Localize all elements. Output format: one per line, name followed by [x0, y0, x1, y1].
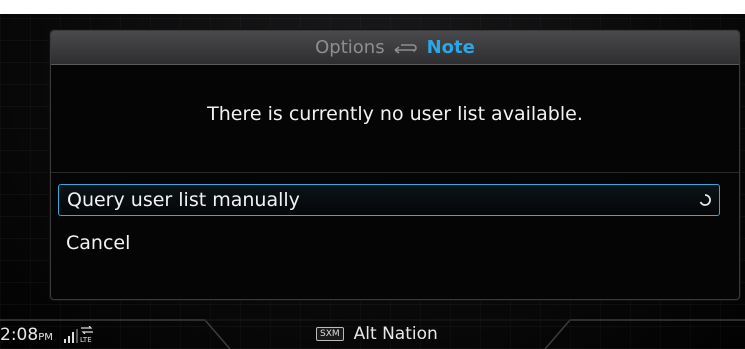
option-label: Cancel — [66, 232, 131, 254]
signal-strength-icon — [64, 329, 78, 343]
loading-spinner-icon — [699, 194, 711, 206]
breadcrumb-current: Note — [426, 37, 475, 58]
option-query-user-list[interactable]: Query user list manually — [58, 184, 720, 216]
sxm-badge: SXM — [316, 327, 344, 341]
dialog-header: Options Note — [51, 31, 739, 65]
infotainment-screen: Options Note There is currently no user … — [0, 0, 745, 349]
clock: 2:08PM — [0, 325, 53, 345]
options-dialog: Options Note There is currently no user … — [50, 30, 740, 300]
divider — [51, 172, 739, 173]
breadcrumb-parent[interactable]: Options — [315, 37, 384, 58]
now-playing[interactable]: SXM Alt Nation — [316, 324, 438, 344]
status-bar: 2:08PM LTE SXM Alt Nation — [0, 318, 745, 349]
info-message: There is currently no user list availabl… — [207, 103, 583, 125]
option-cancel[interactable]: Cancel — [58, 227, 720, 259]
option-label: Query user list manually — [67, 189, 300, 211]
back-arrow-icon — [394, 43, 417, 54]
lte-transfer-icon: LTE — [80, 325, 102, 344]
top-edge — [0, 0, 745, 14]
station-name: Alt Nation — [353, 324, 438, 344]
